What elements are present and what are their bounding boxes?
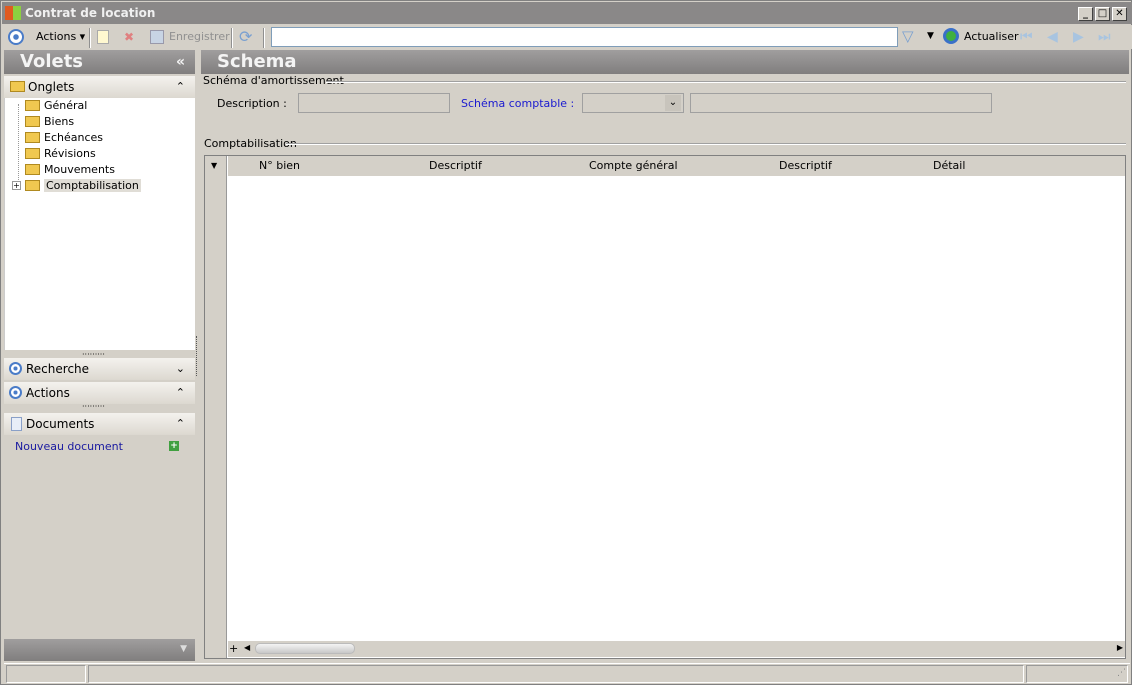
column-header[interactable]: Détail xyxy=(933,156,965,176)
actions-label: Actions xyxy=(36,30,77,43)
title-bar: Contrat de location _ □ ✕ xyxy=(2,2,1132,24)
resize-grip-icon[interactable]: ⋰ xyxy=(1117,668,1126,678)
window-title: Contrat de location xyxy=(25,6,156,20)
tree-item-revisions[interactable]: Révisions xyxy=(25,147,96,160)
refresh-button[interactable]: Actualiser xyxy=(964,30,1019,43)
status-bar: ⋰ xyxy=(4,663,1130,683)
documents-label: Documents xyxy=(26,417,95,431)
tree-item-comptabilisation[interactable]: Comptabilisation xyxy=(25,179,141,192)
folder-icon xyxy=(25,132,40,143)
expand-icon[interactable]: + xyxy=(12,181,21,190)
filter-dropdown-icon[interactable]: ▼ xyxy=(927,31,934,41)
actions-icon xyxy=(8,29,24,45)
schema-description-field[interactable] xyxy=(690,93,992,113)
dropdown-icon[interactable]: ▼ xyxy=(180,644,187,654)
group-title: Schéma d'amortissement xyxy=(203,74,344,87)
schema-comptable-select[interactable]: ⌄ xyxy=(582,93,684,113)
minimize-button[interactable]: _ xyxy=(1078,7,1093,21)
next-icon[interactable]: ▶ xyxy=(1073,29,1084,45)
scroll-left-icon[interactable]: ◀ xyxy=(244,643,250,652)
grid-header: N° bien Descriptif Compte général Descri… xyxy=(228,156,1125,176)
toolbar: Actions ▾ ✖ Enregistrer ⟳ ▽ ▼ Actualiser… xyxy=(2,25,1132,49)
column-header[interactable]: N° bien xyxy=(259,156,300,176)
folder-icon xyxy=(25,116,40,127)
scroll-thumb[interactable] xyxy=(255,643,355,654)
refresh-icon[interactable] xyxy=(943,28,959,44)
column-header[interactable]: Descriptif xyxy=(429,156,482,176)
collapse-icon[interactable]: ⌃ xyxy=(176,382,185,404)
add-icon[interactable]: + xyxy=(169,441,179,451)
scroll-right-icon[interactable]: ▶ xyxy=(1117,643,1123,652)
actions-menu[interactable]: Actions ▾ xyxy=(36,30,85,43)
search-input[interactable] xyxy=(271,27,898,47)
main-title: Schema xyxy=(217,51,297,72)
column-header[interactable]: Descriptif xyxy=(779,156,832,176)
panel-header: Volets « xyxy=(4,50,195,74)
new-document-link[interactable]: Nouveau document xyxy=(15,440,123,453)
sync-icon[interactable]: ⟳ xyxy=(239,27,252,46)
save-icon xyxy=(150,30,164,44)
tree-item-echeances[interactable]: Echéances xyxy=(25,131,103,144)
group-title: Comptabilisation xyxy=(204,137,297,150)
expand-icon[interactable]: ⌄ xyxy=(176,358,185,380)
folder-icon xyxy=(25,164,40,175)
tree-label: Révisions xyxy=(44,147,96,160)
actions-header[interactable]: Actions ⌃ xyxy=(4,382,195,404)
onglets-label: Onglets xyxy=(28,80,75,94)
tree-label: Général xyxy=(44,99,88,112)
row-header-column: ▼ xyxy=(205,156,227,658)
panel-title: Volets xyxy=(20,51,84,72)
maximize-button[interactable]: □ xyxy=(1095,7,1110,21)
tree-item-general[interactable]: Général xyxy=(25,99,87,112)
collapse-icon[interactable]: ⌃ xyxy=(176,413,185,435)
close-button[interactable]: ✕ xyxy=(1112,7,1127,21)
description-label: Description : xyxy=(217,97,287,110)
main-header: Schema xyxy=(201,50,1129,74)
tree-label: Biens xyxy=(44,115,75,128)
tabs-tree: Général Biens Echéances Révisions Mouvem… xyxy=(4,98,195,350)
save-button[interactable]: Enregistrer xyxy=(169,30,230,43)
panel-footer: ▼ xyxy=(4,639,195,661)
tree-item-biens[interactable]: Biens xyxy=(25,115,74,128)
filter-icon[interactable]: ▽ xyxy=(902,27,914,45)
collapse-icon[interactable]: « xyxy=(176,50,185,74)
actions-label: Actions xyxy=(26,386,70,400)
horizontal-scrollbar[interactable]: + ◀ ▶ xyxy=(228,641,1125,657)
last-icon[interactable]: ⏭ xyxy=(1098,29,1111,45)
tree-label: Mouvements xyxy=(44,163,115,176)
grid: ▼ N° bien Descriptif Compte général Desc… xyxy=(204,155,1126,659)
folder-icon xyxy=(25,100,40,111)
new-icon[interactable] xyxy=(97,30,109,44)
window: Contrat de location _ □ ✕ Actions ▾ ✖ En… xyxy=(0,0,1132,685)
chevron-down-icon[interactable]: ⌄ xyxy=(665,95,681,111)
add-row-icon[interactable]: + xyxy=(229,642,238,655)
documents-header[interactable]: Documents ⌃ xyxy=(4,413,195,435)
schema-comptable-link[interactable]: Schéma comptable : xyxy=(461,97,574,110)
vertical-splitter[interactable] xyxy=(196,336,197,376)
recherche-label: Recherche xyxy=(26,362,90,376)
tree-label: Comptabilisation xyxy=(44,179,141,192)
collapse-icon[interactable]: ⌃ xyxy=(176,76,185,98)
folder-open-icon xyxy=(25,180,40,191)
column-chooser-icon[interactable]: ▼ xyxy=(211,161,217,170)
document-icon xyxy=(11,417,22,431)
recherche-header[interactable]: Recherche ⌄ xyxy=(4,358,195,380)
delete-icon[interactable]: ✖ xyxy=(124,30,134,44)
tree-item-mouvements[interactable]: Mouvements xyxy=(25,163,115,176)
main-panel: Schema Schéma d'amortissement Descriptio… xyxy=(201,50,1129,660)
description-field[interactable] xyxy=(298,93,450,113)
splitter-handle[interactable]: ········· xyxy=(82,402,105,411)
column-header[interactable]: Compte général xyxy=(589,156,678,176)
onglets-header[interactable]: Onglets ⌃ xyxy=(4,76,195,98)
tree-label: Echéances xyxy=(44,131,103,144)
left-panel: Volets « Onglets ⌃ Général Biens Echéances… xyxy=(4,50,195,661)
first-icon[interactable]: ⏮ xyxy=(1020,29,1033,45)
folder-icon xyxy=(25,148,40,159)
app-icon xyxy=(5,6,13,20)
previous-icon[interactable]: ◀ xyxy=(1047,29,1058,45)
